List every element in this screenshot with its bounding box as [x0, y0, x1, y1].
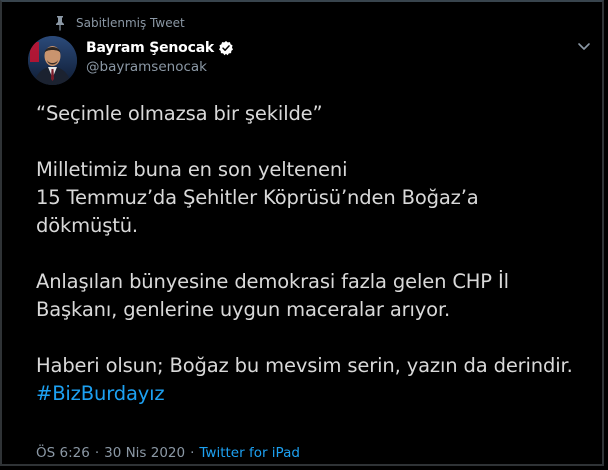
author-info[interactable]: Bayram Şenocak @bayramsenocak [86, 38, 234, 75]
avatar[interactable] [28, 36, 77, 85]
tweet-time[interactable]: ÖS 6:26 [36, 445, 90, 461]
tweet-paragraph-4: Haberi olsun; Boğaz bu mevsim serin, yaz… [36, 352, 596, 408]
tweet-paragraph-3: Anlaşılan bünyesine demokrasi fazla gele… [36, 268, 596, 324]
meta-separator: · [94, 445, 100, 461]
tweet-line: “Seçimle olmazsa bir şekilde” [36, 102, 323, 125]
tweet-line: Haberi olsun; Boğaz bu mevsim serin, yaz… [36, 354, 573, 377]
tweet-text: “Seçimle olmazsa bir şekilde” Milletimiz… [36, 100, 596, 408]
author-handle[interactable]: @bayramsenocak [86, 59, 234, 75]
hashtag-link[interactable]: #BizBurdayız [36, 380, 596, 408]
pinned-label: Sabitlenmiş Tweet [76, 16, 185, 30]
meta-separator: · [190, 445, 195, 461]
author-name[interactable]: Bayram Şenocak [86, 40, 214, 56]
tweet-line: Milletimiz buna en son yelteneni [36, 158, 348, 181]
tweet-line: 15 Temmuz’da Şehitler Köprüsü’nden Boğaz… [36, 186, 479, 209]
tweet-line: dökmüştü. [36, 214, 138, 237]
tweet-paragraph-2: Milletimiz buna en son yelteneni 15 Temm… [36, 156, 596, 240]
pinned-tweet-indicator: Sabitlenmiş Tweet [56, 14, 185, 32]
verified-badge-icon [219, 41, 234, 56]
tweet-line: Anlaşılan bünyesine demokrasi fazla gele… [36, 270, 509, 293]
tweet-card[interactable]: Sabitlenmiş Tweet Bayram Şenocak @bayram… [0, 0, 604, 466]
tweet-paragraph-1: “Seçimle olmazsa bir şekilde” [36, 100, 596, 128]
tweet-meta: ÖS 6:26 · 30 Nis 2020 · Twitter for iPad [36, 445, 300, 461]
pin-icon [56, 16, 64, 31]
tweet-date[interactable]: 30 Nis 2020 [104, 445, 185, 461]
tweet-source-link[interactable]: Twitter for iPad [199, 445, 300, 461]
tweet-line: Başkanı, genlerine uygun maceralar arıyo… [36, 298, 451, 321]
avatar-image [28, 36, 77, 85]
chevron-down-icon[interactable] [577, 42, 591, 52]
